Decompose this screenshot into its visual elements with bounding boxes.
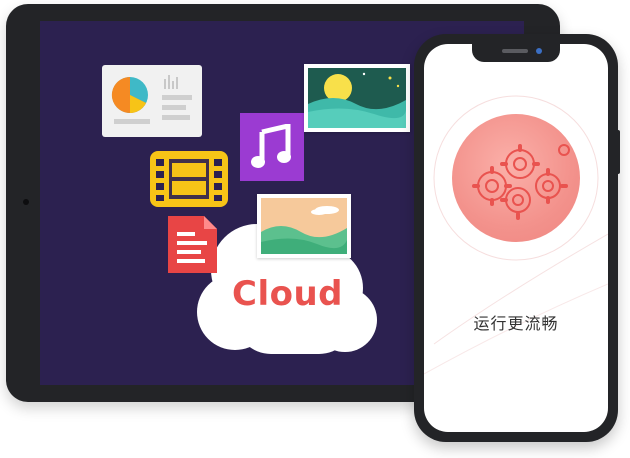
tablet-camera: [23, 199, 29, 205]
music-note-icon: [240, 113, 304, 181]
gears-icon: [452, 114, 580, 242]
phone-device: 运行更流畅: [414, 34, 618, 442]
phone-side-button: [616, 130, 620, 174]
phone-speaker: [502, 49, 528, 53]
cloud-label: Cloud: [232, 274, 344, 314]
chart-card-icon: [102, 65, 202, 137]
phone-screen: 运行更流畅: [424, 44, 608, 432]
film-icon: [150, 151, 228, 207]
phone-notch: [472, 44, 560, 62]
document-icon: [168, 216, 217, 273]
phone-caption: 运行更流畅: [473, 314, 559, 333]
photo-icon: [304, 64, 410, 132]
photo-icon: [257, 194, 351, 258]
front-camera: [536, 48, 542, 54]
